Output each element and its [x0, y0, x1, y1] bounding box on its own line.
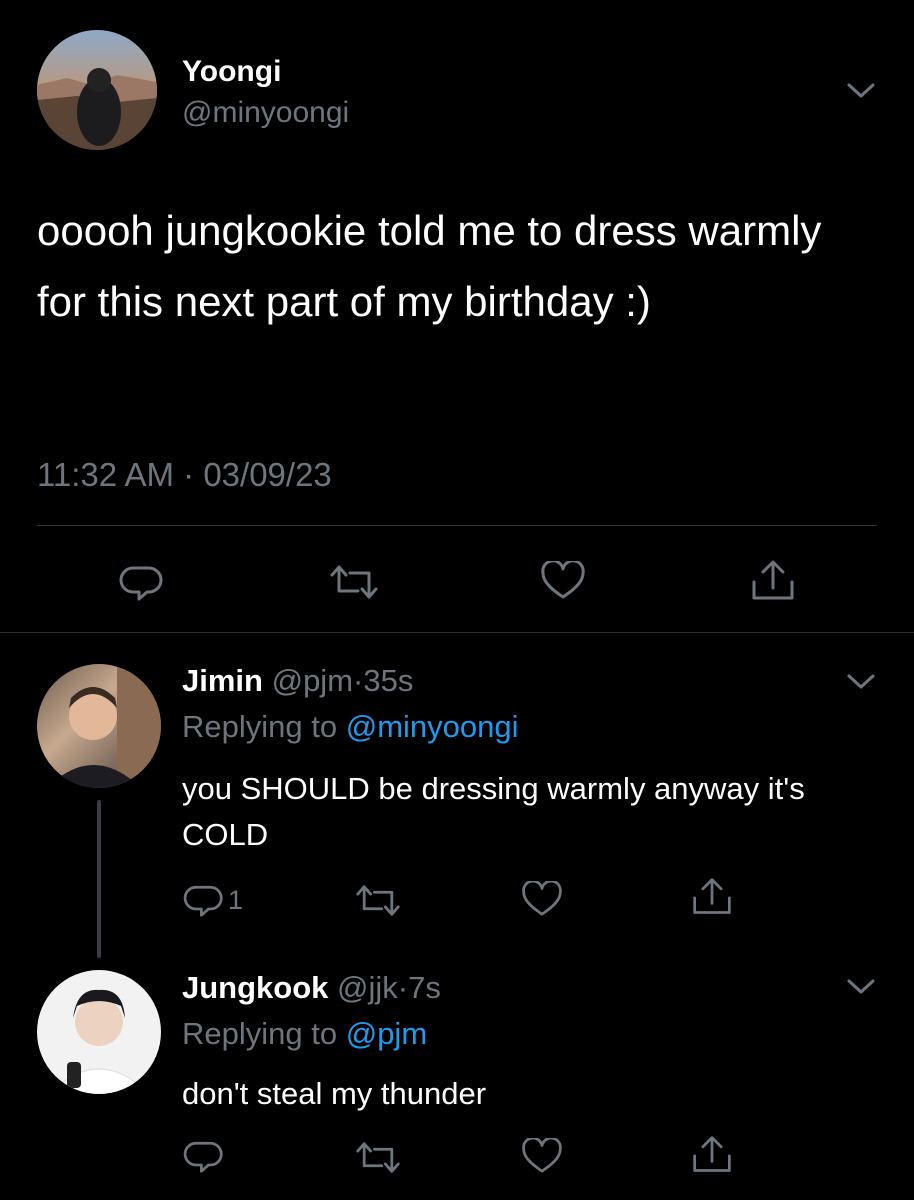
reply-age: 7s [408, 970, 441, 1005]
like-icon[interactable] [521, 881, 563, 918]
reply-count: 1 [228, 885, 244, 915]
main-tweet-divider [37, 525, 877, 526]
reply-icon[interactable] [183, 880, 227, 918]
avatar-photo [47, 664, 161, 788]
main-tweet-text: ooooh jungkookie told me to dress warmly… [37, 207, 822, 325]
share-icon[interactable] [690, 876, 734, 918]
retweet-icon[interactable] [328, 563, 380, 601]
avatar-jimin[interactable] [37, 664, 161, 788]
reply-author-name[interactable]: Jungkook [182, 970, 328, 1005]
reply-2-header: Jungkook @jjk·7s [182, 970, 441, 1006]
chevron-down-icon[interactable] [846, 82, 876, 100]
main-tweet-date: 03/09/23 [203, 456, 332, 493]
thread-line [97, 800, 101, 958]
chevron-down-icon[interactable] [846, 978, 876, 996]
reply-icon[interactable] [119, 560, 167, 602]
chevron-down-icon[interactable] [846, 673, 876, 691]
avatar-photo [48, 989, 150, 1094]
reply-age: 35s [363, 663, 414, 698]
reply-1-header: Jimin @pjm·35s [182, 663, 413, 699]
main-author-name[interactable]: Yoongi [182, 55, 281, 89]
like-icon[interactable] [521, 1138, 563, 1175]
avatar-yoongi[interactable] [37, 30, 157, 150]
replying-to: Replying to @minyoongi [182, 709, 519, 745]
main-tweet-timestamp: 11:32 AM · 03/09/23 [37, 456, 332, 494]
share-icon[interactable] [749, 558, 797, 604]
replying-to-label: Replying to [182, 709, 338, 744]
separator-dot: · [397, 970, 409, 1005]
replying-to-label: Replying to [182, 1016, 338, 1051]
avatar-jungkook[interactable] [37, 970, 161, 1094]
retweet-icon[interactable] [354, 883, 402, 918]
reply-text: you SHOULD be dressing warmly anyway it'… [182, 771, 805, 852]
replying-to-handle[interactable]: @minyoongi [346, 709, 519, 744]
share-icon[interactable] [690, 1134, 734, 1176]
replying-to: Replying to @pjm [182, 1016, 427, 1052]
reply-icon[interactable] [183, 1136, 227, 1174]
reply-author-handle[interactable]: @pjm [272, 663, 353, 698]
main-tweet-time: 11:32 AM [37, 456, 174, 493]
avatar-photo [37, 68, 157, 150]
retweet-icon[interactable] [354, 1140, 402, 1175]
like-icon[interactable] [540, 561, 586, 601]
replying-to-handle[interactable]: @pjm [346, 1016, 427, 1051]
reply-author-handle[interactable]: @jjk [337, 970, 398, 1005]
reply-text: don't steal my thunder [182, 1076, 487, 1111]
section-divider [0, 632, 914, 633]
reply-author-name[interactable]: Jimin [182, 663, 263, 698]
separator-dot: · [183, 456, 195, 493]
separator-dot: · [353, 663, 364, 698]
main-author-handle[interactable]: @minyoongi [182, 96, 349, 130]
